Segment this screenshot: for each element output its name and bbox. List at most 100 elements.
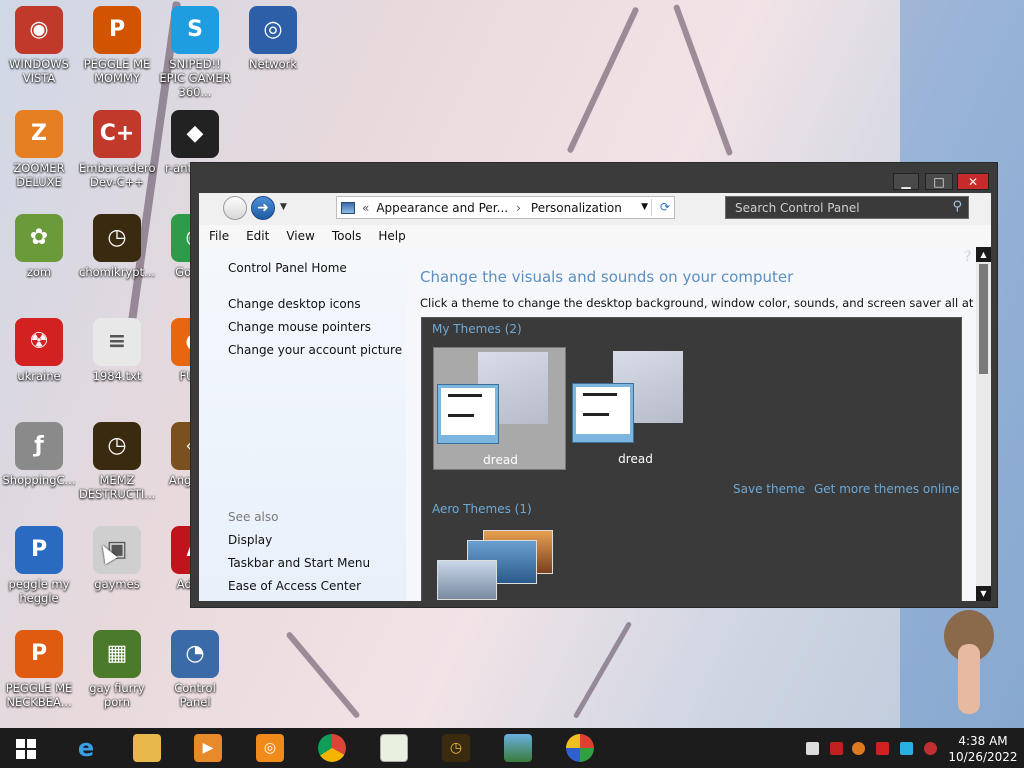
search-input[interactable]: Search Control Panel: [735, 201, 860, 215]
theme-list: My Themes (2) dread dread Save theme Get…: [421, 317, 962, 601]
desktop-icon[interactable]: Ppeggle my heggle: [1, 526, 77, 605]
refresh-icon[interactable]: ⟳: [660, 200, 670, 214]
breadcrumb-parent[interactable]: Appearance and Per...: [376, 201, 508, 215]
aero-theme-thumbnail[interactable]: [437, 530, 557, 601]
system-clock[interactable]: 4:38 AM 10/26/2022: [946, 733, 1020, 765]
main-pane: Change the visuals and sounds on your co…: [406, 247, 991, 601]
wallpaper-stroke: [672, 3, 734, 157]
scroll-down-arrow[interactable]: ▼: [976, 586, 991, 601]
theme-name: dread: [618, 452, 653, 466]
menu-file[interactable]: File: [209, 229, 229, 243]
desktop-icon-label: 1984.txt: [92, 369, 142, 383]
close-button[interactable]: ✕: [957, 173, 989, 190]
change-account-picture-link[interactable]: Change your account picture: [228, 343, 402, 357]
scroll-up-arrow[interactable]: ▲: [976, 247, 991, 262]
desktop-icon-label: PEGGLE ME NECKBEA...: [5, 681, 73, 709]
photos-icon[interactable]: [504, 734, 532, 762]
forward-button[interactable]: ➜: [251, 196, 275, 220]
tray-flag-icon[interactable]: [876, 742, 889, 755]
desktop-icon[interactable]: ▦ gay fiurry porn: [79, 630, 155, 709]
change-desktop-icons-link[interactable]: Change desktop icons: [228, 297, 361, 311]
search-icon[interactable]: ⚲: [952, 199, 962, 214]
save-theme-link[interactable]: Save theme: [733, 482, 805, 496]
search-box[interactable]: Search Control Panel ⚲: [725, 196, 969, 219]
menu-view[interactable]: View: [286, 229, 314, 243]
get-more-themes-link[interactable]: Get more themes online: [814, 482, 960, 496]
control-panel-window: ▁ □ ✕ ➜ ▼ « Appearance and Per... › Pers…: [190, 162, 998, 608]
tray-volume-icon[interactable]: [924, 742, 937, 755]
page-heading: Change the visuals and sounds on your co…: [420, 268, 794, 286]
desktop-icon[interactable]: S SNIPED!! EPIC GAMER 360...: [157, 6, 233, 99]
control-panel-taskbar-icon[interactable]: [566, 734, 594, 762]
desktop-icon[interactable]: ◷ MEMZ DESTRUCTI...: [79, 422, 155, 501]
tray-search-icon[interactable]: [852, 742, 865, 755]
menu-edit[interactable]: Edit: [246, 229, 269, 243]
address-dropdown-icon[interactable]: ▼: [641, 202, 648, 212]
internet-explorer-icon[interactable]: e: [72, 734, 100, 762]
minimize-button[interactable]: ▁: [893, 173, 919, 190]
desktop-icon[interactable]: ◎ Network: [235, 6, 311, 71]
uc-browser-icon[interactable]: ◎: [256, 734, 284, 762]
desktop-icon-label: ukraine: [17, 369, 61, 383]
scroll-thumb[interactable]: [979, 264, 988, 374]
clock-app-icon: ◷: [93, 214, 141, 262]
peggle-icon: P: [15, 630, 63, 678]
tray-icon[interactable]: [806, 742, 819, 755]
ease-of-access-link[interactable]: Ease of Access Center: [228, 579, 361, 593]
breadcrumb-separator: ›: [516, 200, 521, 215]
clock-time: 4:38 AM: [958, 734, 1008, 748]
clock-date: 10/26/2022: [948, 750, 1018, 764]
desktop-icon[interactable]: ≡ 1984.txt: [79, 318, 155, 383]
desktop-mascot-image: [936, 604, 1006, 724]
change-mouse-pointers-link[interactable]: Change mouse pointers: [228, 320, 371, 334]
start-button[interactable]: [16, 739, 36, 759]
theme-tile[interactable]: dread: [569, 347, 702, 470]
tray-antivirus-icon[interactable]: [830, 742, 843, 755]
chrome-icon[interactable]: [318, 734, 346, 762]
flash-icon: ƒ: [15, 422, 63, 470]
notepad-icon[interactable]: [380, 734, 408, 762]
desktop-icon[interactable]: ▣ gaymes: [79, 526, 155, 591]
breadcrumb-current[interactable]: Personalization: [531, 201, 622, 215]
theme-name: dread: [483, 453, 518, 467]
wallpaper-stroke: [285, 630, 361, 720]
desktop-icon[interactable]: ✿ zom: [1, 214, 77, 279]
desktop-icon[interactable]: P PEGGLE ME MOMMY: [79, 6, 155, 85]
menu-bar: File Edit View Tools Help: [199, 225, 991, 247]
media-player-icon[interactable]: ▶: [194, 734, 222, 762]
clock-app-icon: ◷: [93, 422, 141, 470]
theme-window-preview: [572, 383, 634, 443]
desktop-icon-label: Embarcadero Dev-C++: [79, 161, 156, 189]
display-link[interactable]: Display: [228, 533, 272, 547]
recent-pages-dropdown-icon[interactable]: ▼: [280, 202, 287, 212]
address-bar[interactable]: « Appearance and Per... › Personalizatio…: [336, 196, 675, 219]
taskbar-start-menu-link[interactable]: Taskbar and Start Menu: [228, 556, 370, 570]
desktop-icon-label: ShoppingC...: [2, 473, 76, 487]
control-panel-home-link[interactable]: Control Panel Home: [228, 261, 347, 275]
menu-help[interactable]: Help: [378, 229, 405, 243]
network-icon: ◎: [249, 6, 297, 54]
radiation-icon: ☢: [15, 318, 63, 366]
desktop-icon[interactable]: ◷ chomikrypt...: [79, 214, 155, 279]
file-explorer-icon[interactable]: [133, 734, 161, 762]
menu-tools[interactable]: Tools: [332, 229, 362, 243]
tray-network-icon[interactable]: [900, 742, 913, 755]
desktop-icon[interactable]: P PEGGLE ME NECKBEA...: [1, 630, 77, 709]
desktop-icon[interactable]: ◔ Control Panel: [157, 630, 233, 709]
desktop-icon[interactable]: ◉ WINDOWS VISTA: [1, 6, 77, 85]
my-themes-heading: My Themes (2): [432, 322, 522, 336]
theme-tile-selected[interactable]: dread: [433, 347, 566, 470]
desktop-icon-label: gay fiurry porn: [89, 681, 145, 709]
theme-window-preview: [437, 384, 499, 444]
clock-app-icon[interactable]: ◷: [442, 734, 470, 762]
desktop-icon[interactable]: Z ZOOMER DELUXE: [1, 110, 77, 189]
help-icon[interactable]: ❔: [961, 251, 973, 262]
zoomer-icon: Z: [15, 110, 63, 158]
back-button[interactable]: [223, 196, 247, 220]
desktop-icon[interactable]: ☢ ukraine: [1, 318, 77, 383]
vertical-scrollbar[interactable]: ▲ ▼: [976, 247, 991, 601]
desktop-icon[interactable]: C+ Embarcadero Dev-C++: [79, 110, 156, 189]
maximize-button[interactable]: □: [925, 173, 953, 190]
desktop-icon[interactable]: ƒ ShoppingC...: [1, 422, 77, 487]
breadcrumb-root-arrow[interactable]: «: [362, 201, 369, 215]
